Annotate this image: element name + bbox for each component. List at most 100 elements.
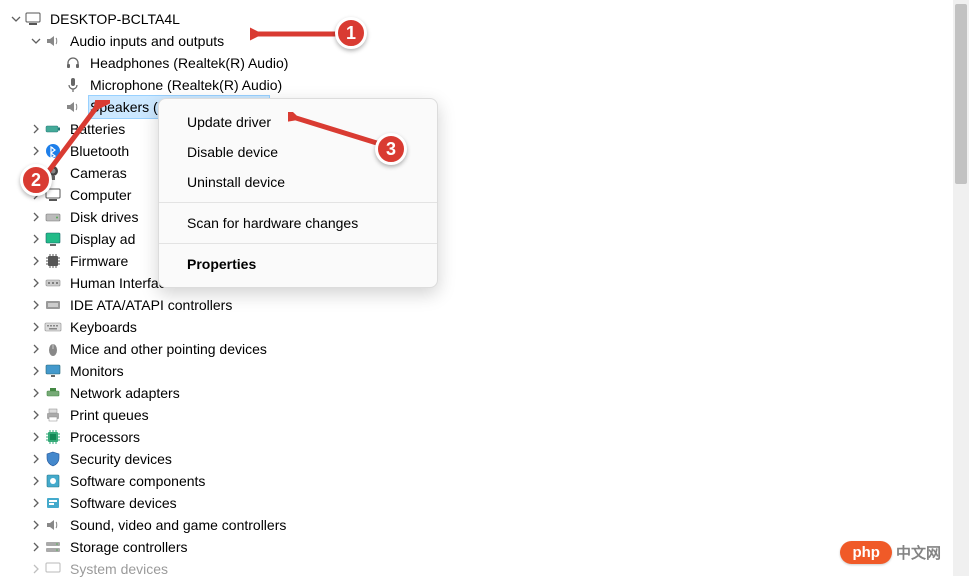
- chevron-right-icon[interactable]: [28, 124, 44, 134]
- battery-icon: [44, 120, 62, 138]
- chevron-right-icon[interactable]: [28, 432, 44, 442]
- chevron-right-icon[interactable]: [28, 366, 44, 376]
- chevron-right-icon[interactable]: [28, 520, 44, 530]
- chevron-right-icon[interactable]: [28, 454, 44, 464]
- monitor-icon: [44, 362, 62, 380]
- tree-label: DESKTOP-BCLTA4L: [48, 8, 182, 30]
- component-icon: [44, 472, 62, 490]
- tree-label: Display ad: [68, 228, 137, 250]
- tree-label: Computer: [68, 184, 133, 206]
- chevron-right-icon[interactable]: [28, 498, 44, 508]
- chevron-right-icon[interactable]: [28, 542, 44, 552]
- ide-icon: [44, 296, 62, 314]
- tree-item-speakers[interactable]: Speakers (Realtek(R) Audio): [8, 96, 969, 118]
- scrollbar[interactable]: [953, 0, 969, 576]
- tree-category-bluetooth[interactable]: Bluetooth: [8, 140, 969, 162]
- tree-category-swdevices[interactable]: Software devices: [8, 492, 969, 514]
- menu-separator: [159, 202, 437, 203]
- tree-category-ide[interactable]: IDE ATA/ATAPI controllers: [8, 294, 969, 316]
- chevron-right-icon[interactable]: [28, 278, 44, 288]
- tree-category-firmware[interactable]: Firmware: [8, 250, 969, 272]
- chevron-right-icon[interactable]: [28, 146, 44, 156]
- tree-label: Software components: [68, 470, 207, 492]
- tree-label: Keyboards: [68, 316, 139, 338]
- headphones-icon: [64, 54, 82, 72]
- tree-category-storage[interactable]: Storage controllers: [8, 536, 969, 558]
- chevron-down-icon[interactable]: [28, 36, 44, 46]
- tree-category-network[interactable]: Network adapters: [8, 382, 969, 404]
- chevron-right-icon[interactable]: [28, 410, 44, 420]
- menu-properties[interactable]: Properties: [159, 249, 437, 279]
- watermark: php 中文网: [840, 541, 941, 564]
- printer-icon: [44, 406, 62, 424]
- tree-label: Software devices: [68, 492, 179, 514]
- tree-category-keyboards[interactable]: Keyboards: [8, 316, 969, 338]
- chevron-right-icon[interactable]: [28, 388, 44, 398]
- drive-icon: [44, 208, 62, 226]
- watermark-text: 中文网: [896, 542, 941, 563]
- tree-label: IDE ATA/ATAPI controllers: [68, 294, 234, 316]
- chevron-right-icon[interactable]: [28, 564, 44, 574]
- scrollbar-thumb[interactable]: [955, 4, 967, 184]
- tree-label: Microphone (Realtek(R) Audio): [88, 74, 284, 96]
- tree-label: Firmware: [68, 250, 130, 272]
- tree-category-printqueues[interactable]: Print queues: [8, 404, 969, 426]
- chevron-right-icon[interactable]: [28, 322, 44, 332]
- tree-label: Headphones (Realtek(R) Audio): [88, 52, 290, 74]
- tree-category-computer[interactable]: Computer: [8, 184, 969, 206]
- tree-category-processors[interactable]: Processors: [8, 426, 969, 448]
- context-menu: Update driver Disable device Uninstall d…: [158, 98, 438, 288]
- tree-label: Network adapters: [68, 382, 182, 404]
- callout-2: 2: [20, 164, 52, 196]
- tree-category-security[interactable]: Security devices: [8, 448, 969, 470]
- tree-category-diskdrives[interactable]: Disk drives: [8, 206, 969, 228]
- chevron-right-icon[interactable]: [28, 234, 44, 244]
- tree-category-mice[interactable]: Mice and other pointing devices: [8, 338, 969, 360]
- speaker-icon: [44, 32, 62, 50]
- tree-category-audio[interactable]: Audio inputs and outputs: [8, 30, 969, 52]
- menu-scan-hardware[interactable]: Scan for hardware changes: [159, 208, 437, 238]
- tree-category-monitors[interactable]: Monitors: [8, 360, 969, 382]
- system-icon: [44, 560, 62, 578]
- hid-icon: [44, 274, 62, 292]
- menu-update-driver[interactable]: Update driver: [159, 107, 437, 137]
- device-tree: DESKTOP-BCLTA4L Audio inputs and outputs…: [0, 0, 969, 588]
- tree-category-sound[interactable]: Sound, video and game controllers: [8, 514, 969, 536]
- tree-category-swcomponents[interactable]: Software components: [8, 470, 969, 492]
- microphone-icon: [64, 76, 82, 94]
- tree-category-batteries[interactable]: Batteries: [8, 118, 969, 140]
- watermark-badge: php: [840, 541, 892, 564]
- shield-icon: [44, 450, 62, 468]
- chevron-right-icon[interactable]: [28, 344, 44, 354]
- tree-category-system[interactable]: System devices: [8, 558, 969, 580]
- storage-icon: [44, 538, 62, 556]
- chevron-right-icon[interactable]: [28, 476, 44, 486]
- menu-uninstall-device[interactable]: Uninstall device: [159, 167, 437, 197]
- tree-root[interactable]: DESKTOP-BCLTA4L: [8, 8, 969, 30]
- mouse-icon: [44, 340, 62, 358]
- tree-label: Bluetooth: [68, 140, 131, 162]
- callout-1: 1: [335, 17, 367, 49]
- chevron-down-icon[interactable]: [8, 14, 24, 24]
- tree-category-cameras[interactable]: Cameras: [8, 162, 969, 184]
- network-icon: [44, 384, 62, 402]
- tree-label: Mice and other pointing devices: [68, 338, 269, 360]
- tree-label: System devices: [68, 558, 170, 580]
- tree-category-hid[interactable]: Human Interface Devices: [8, 272, 969, 294]
- chevron-right-icon[interactable]: [28, 212, 44, 222]
- chevron-right-icon[interactable]: [28, 256, 44, 266]
- speaker-icon: [64, 98, 82, 116]
- speaker-icon: [44, 516, 62, 534]
- tree-label: Sound, video and game controllers: [68, 514, 288, 536]
- menu-separator: [159, 243, 437, 244]
- cpu-icon: [44, 428, 62, 446]
- bluetooth-icon: [44, 142, 62, 160]
- tree-label: Audio inputs and outputs: [68, 30, 226, 52]
- tree-item-microphone[interactable]: Microphone (Realtek(R) Audio): [8, 74, 969, 96]
- tree-label: Monitors: [68, 360, 126, 382]
- tree-label: Batteries: [68, 118, 127, 140]
- tree-label: Cameras: [68, 162, 129, 184]
- tree-category-display[interactable]: Display ad: [8, 228, 969, 250]
- chevron-right-icon[interactable]: [28, 300, 44, 310]
- tree-item-headphones[interactable]: Headphones (Realtek(R) Audio): [8, 52, 969, 74]
